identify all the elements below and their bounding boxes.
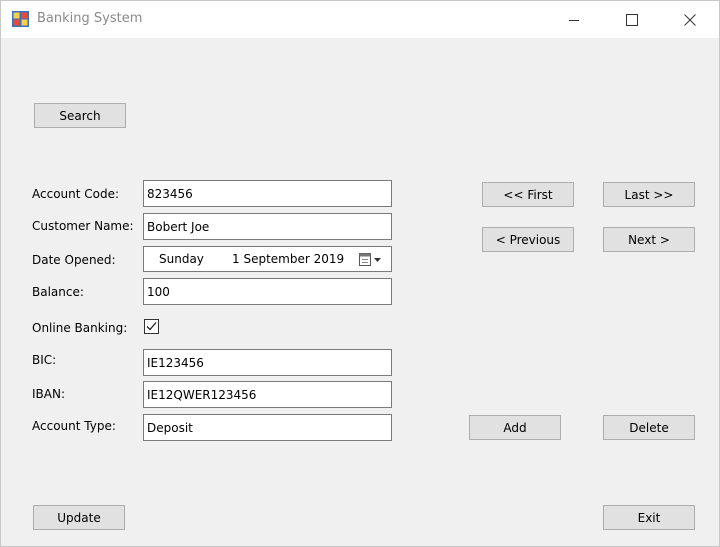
customer-name-field[interactable]: Bobert Joe [143,213,392,240]
account-type-field[interactable]: Deposit [143,414,392,441]
last-button[interactable]: Last >> [603,182,695,207]
iban-label: IBAN: [32,387,65,401]
account-type-label: Account Type: [32,419,116,433]
account-code-field[interactable]: 823456 [143,180,392,207]
window-title: Banking System [37,11,143,26]
online-banking-label: Online Banking: [32,321,128,335]
calendar-dropdown-icon[interactable] [358,252,386,267]
first-button[interactable]: << First [482,182,574,207]
bic-field[interactable]: IE123456 [143,349,392,376]
customer-name-label: Customer Name: [32,219,134,233]
date-opened-picker[interactable]: Sunday 1 September 2019 [143,246,392,272]
add-button[interactable]: Add [469,415,561,440]
date-opened-date: 1 September 2019 [232,252,345,266]
account-code-label: Account Code: [32,187,120,201]
online-banking-checkbox[interactable] [144,319,159,334]
minimize-icon [569,19,579,21]
banking-window: Banking System Search Account Code: 8234… [0,0,720,547]
iban-field[interactable]: IE12QWER123456 [143,381,392,408]
balance-field[interactable]: 100 [143,278,392,305]
maximize-button[interactable] [609,1,655,38]
update-button[interactable]: Update [33,505,125,530]
close-button[interactable] [667,1,713,38]
close-icon [684,13,696,26]
checkmark-icon [146,322,157,331]
exit-button[interactable]: Exit [603,505,695,530]
search-button[interactable]: Search [34,103,126,128]
minimize-button[interactable] [551,1,597,38]
app-icon [12,11,29,27]
date-opened-day: Sunday [159,252,204,266]
maximize-icon [626,13,638,26]
title-bar: Banking System [1,1,719,38]
balance-label: Balance: [32,285,84,299]
previous-button[interactable]: < Previous [482,227,574,252]
bic-label: BIC: [32,353,57,367]
next-button[interactable]: Next > [603,227,695,252]
date-opened-label: Date Opened: [32,253,116,267]
delete-button[interactable]: Delete [603,415,695,440]
